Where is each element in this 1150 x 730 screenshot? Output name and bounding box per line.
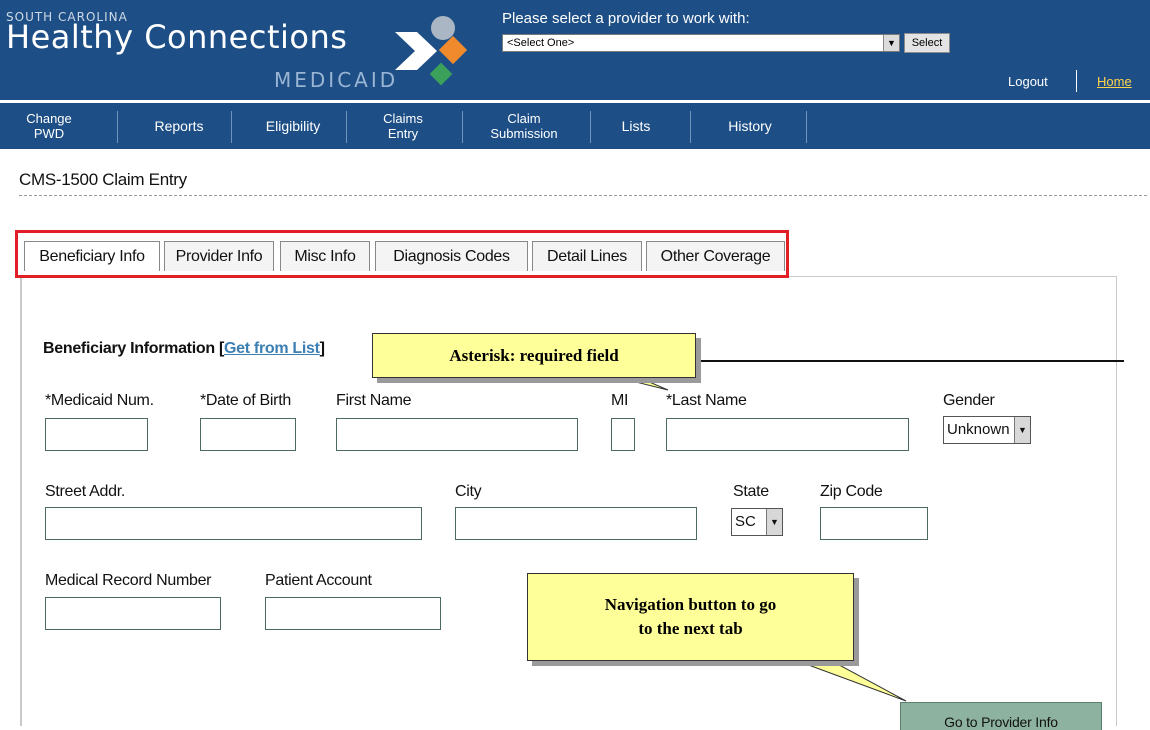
- navigation-button-callout: Navigation button to go to the next tab: [527, 573, 854, 661]
- tab-detail-lines[interactable]: Detail Lines: [532, 241, 642, 271]
- nav-label-line2: Entry: [387, 126, 419, 141]
- first-name-input[interactable]: [336, 418, 578, 451]
- chevron-down-icon[interactable]: ▼: [766, 509, 782, 535]
- panel-border-left: [20, 276, 22, 726]
- nav-change-pwd[interactable]: Change PWD: [18, 103, 80, 149]
- first-name-label: First Name: [336, 392, 412, 409]
- nav-claim-submission[interactable]: Claim Submission: [476, 103, 572, 149]
- navigation-callout-line1: Navigation button to go: [604, 595, 777, 614]
- chevron-down-icon[interactable]: ▼: [1014, 417, 1030, 443]
- nav-label-line1: Claim: [507, 111, 541, 126]
- nav-label: Reports: [154, 117, 204, 134]
- section-title-text: Beneficiary Information: [43, 340, 215, 357]
- nav-eligibility[interactable]: Eligibility: [248, 103, 338, 149]
- nav-label-line2: PWD: [33, 126, 65, 141]
- tab-diagnosis-codes[interactable]: Diagnosis Codes: [375, 241, 528, 271]
- nav-label: History: [728, 117, 772, 134]
- logout-link[interactable]: Logout: [1008, 74, 1048, 89]
- nav-label-line2: Submission: [490, 126, 558, 141]
- nav-history[interactable]: History: [710, 103, 790, 149]
- tab-misc-info[interactable]: Misc Info: [280, 241, 370, 271]
- nav-divider: [117, 111, 118, 143]
- gender-select[interactable]: Unknown ▼: [943, 416, 1031, 444]
- provider-select-value: <Select One>: [507, 37, 575, 49]
- tab-strip-highlight: Beneficiary Info Provider Info Misc Info…: [15, 230, 789, 278]
- nav-label: Lists: [621, 117, 651, 134]
- header-bar: SOUTH CAROLINA Healthy Connections MEDIC…: [0, 0, 1150, 100]
- patient-account-label: Patient Account: [265, 572, 372, 589]
- bracket-close: ]: [319, 340, 325, 357]
- get-from-list-link[interactable]: Get from List: [224, 340, 320, 357]
- header-divider: [1076, 70, 1077, 92]
- nav-divider: [590, 111, 591, 143]
- tab-beneficiary-info[interactable]: Beneficiary Info: [24, 241, 160, 271]
- provider-select[interactable]: <Select One> ▼: [502, 34, 900, 52]
- nav-divider: [231, 111, 232, 143]
- medical-record-number-label: Medical Record Number: [45, 572, 212, 589]
- nav-lists[interactable]: Lists: [606, 103, 666, 149]
- medicaid-num-input[interactable]: [45, 418, 148, 451]
- nav-label-line1: Change: [26, 111, 72, 126]
- provider-select-label: Please select a provider to work with:: [502, 10, 750, 27]
- nav-label: Eligibility: [265, 117, 321, 134]
- last-name-label: *Last Name: [666, 392, 747, 409]
- nav-claims-entry[interactable]: Claims Entry: [368, 103, 438, 149]
- gender-select-value: Unknown: [947, 421, 1010, 438]
- mi-input[interactable]: [611, 418, 635, 451]
- home-link[interactable]: Home: [1097, 74, 1132, 89]
- nav-divider: [346, 111, 347, 143]
- section-title: Beneficiary Information [Get from List]: [43, 340, 325, 358]
- section-divider: [690, 360, 1124, 362]
- nav-divider: [462, 111, 463, 143]
- navigation-callout-line2: to the next tab: [638, 619, 743, 638]
- go-to-provider-info-button[interactable]: Go to Provider Info: [900, 702, 1102, 730]
- state-select-value: SC: [735, 513, 756, 530]
- dob-input[interactable]: [200, 418, 296, 451]
- patient-account-input[interactable]: [265, 597, 441, 630]
- required-field-callout-text: Asterisk: required field: [449, 346, 619, 365]
- medicaid-num-label: *Medicaid Num.: [45, 392, 154, 409]
- healthy-connections-logo-icon: [395, 16, 468, 86]
- zip-code-label: Zip Code: [820, 483, 883, 500]
- state-select[interactable]: SC ▼: [731, 508, 783, 536]
- tab-other-coverage[interactable]: Other Coverage: [646, 241, 785, 271]
- select-provider-button[interactable]: Select: [904, 33, 950, 53]
- tab-provider-info[interactable]: Provider Info: [164, 241, 274, 271]
- title-divider: [19, 195, 1147, 196]
- chevron-down-icon[interactable]: ▼: [883, 35, 899, 51]
- nav-divider: [806, 111, 807, 143]
- main-nav: Change PWD Reports Eligibility Claims En…: [0, 103, 1150, 149]
- street-addr-label: Street Addr.: [45, 483, 126, 500]
- city-label: City: [455, 483, 482, 500]
- panel-border-top: [787, 276, 1117, 277]
- medical-record-number-input[interactable]: [45, 597, 221, 630]
- nav-divider: [690, 111, 691, 143]
- dob-label: *Date of Birth: [200, 392, 291, 409]
- required-field-callout: Asterisk: required field: [372, 333, 696, 378]
- zip-code-input[interactable]: [820, 507, 928, 540]
- brand-subtitle: MEDICAID: [274, 68, 399, 92]
- nav-label-line1: Claims: [383, 111, 423, 126]
- city-input[interactable]: [455, 507, 697, 540]
- page-title: CMS-1500 Claim Entry: [19, 170, 187, 189]
- nav-reports[interactable]: Reports: [140, 103, 218, 149]
- street-addr-input[interactable]: [45, 507, 422, 540]
- gender-label: Gender: [943, 392, 995, 409]
- brand-title: Healthy Connections: [6, 18, 348, 56]
- mi-label: MI: [611, 392, 629, 409]
- state-label: State: [733, 483, 769, 500]
- panel-border-right: [1116, 276, 1117, 726]
- last-name-input[interactable]: [666, 418, 909, 451]
